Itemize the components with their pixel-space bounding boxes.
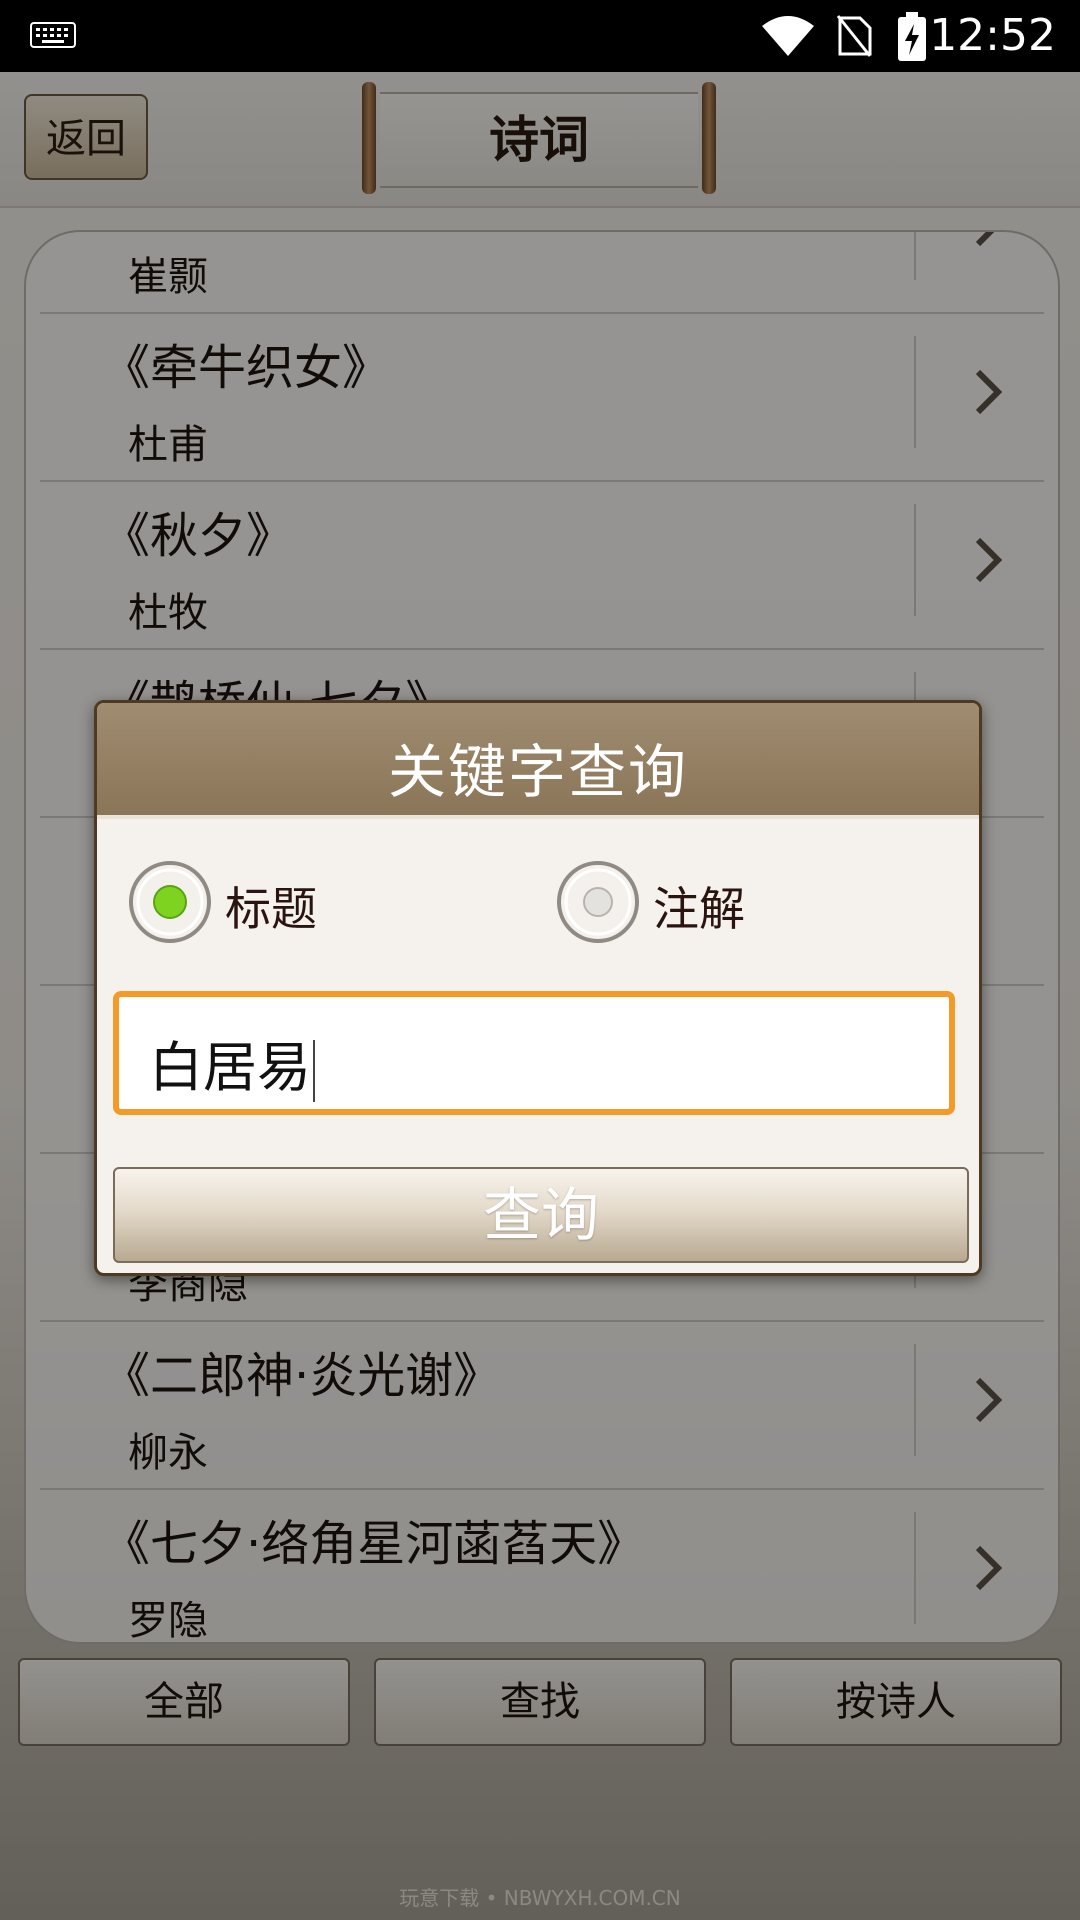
status-time: 12:52	[929, 10, 1056, 61]
wifi-icon	[762, 16, 814, 56]
status-bar: 12:52	[0, 0, 1080, 72]
battery-charging-icon	[898, 12, 926, 61]
text-caret	[313, 1040, 315, 1103]
query-button[interactable]: 查询	[113, 1167, 969, 1263]
radio-note[interactable]	[555, 859, 641, 945]
no-sim-icon	[836, 15, 872, 57]
keyword-input[interactable]: 白居易	[113, 991, 955, 1115]
radio-note-label[interactable]: 注解	[653, 873, 745, 939]
dialog-title: 关键字查询	[387, 738, 688, 806]
keyboard-icon	[30, 22, 76, 48]
keyword-search-dialog: 关键字查询 标题 注解 白居易 查询	[94, 700, 982, 1276]
radio-title[interactable]	[127, 859, 213, 945]
radio-title-label[interactable]: 标题	[225, 873, 317, 939]
dialog-header: 关键字查询	[97, 703, 979, 819]
keyword-input-value: 白居易	[149, 1023, 315, 1103]
